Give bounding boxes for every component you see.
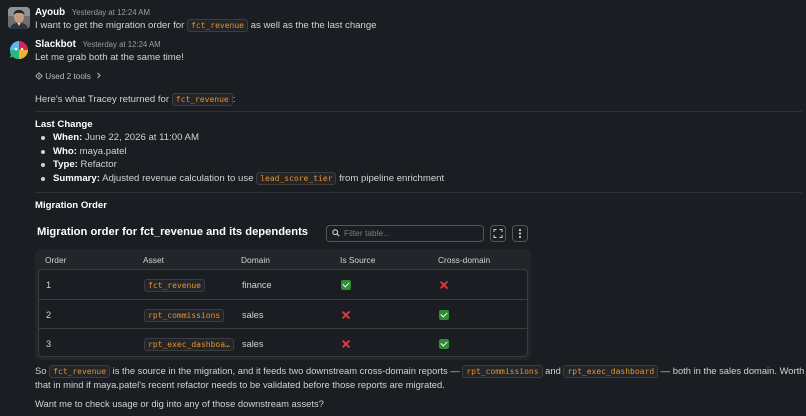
last-change-heading: Last Change xyxy=(35,119,93,130)
table-body: 1 fct_revenue finance 2 rpt_commissions … xyxy=(38,269,528,357)
more-vertical-icon xyxy=(518,228,522,239)
cell-order: 3 xyxy=(46,339,52,349)
section-divider xyxy=(35,192,802,193)
gear-icon xyxy=(35,72,43,80)
list-item: Summary: Adjusted revenue calculation to… xyxy=(38,172,444,186)
cross-icon xyxy=(439,280,449,290)
tools-label: Used 2 tools xyxy=(45,72,91,81)
message-timestamp[interactable]: Yesterday at 12:24 AM xyxy=(83,40,161,49)
column-header-is-source[interactable]: Is Source xyxy=(340,255,375,265)
migration-table: Order Asset Domain Is Source Cross-domai… xyxy=(35,249,531,360)
returned-text: Here's what Tracey returned for fct_reve… xyxy=(35,93,236,106)
cross-icon xyxy=(341,339,351,349)
cell-cross-domain xyxy=(439,280,449,293)
cell-domain: sales xyxy=(242,339,264,349)
expand-icon xyxy=(493,229,503,238)
expand-table-button[interactable] xyxy=(490,225,506,242)
ayoub-avatar[interactable] xyxy=(8,7,30,29)
check-icon xyxy=(341,280,351,290)
table-title: Migration order for fct_revenue and its … xyxy=(37,226,309,238)
follow-up-question: Want me to check usage or dig into any o… xyxy=(35,398,324,409)
summary-text: So fct_revenue is the source in the migr… xyxy=(35,365,806,378)
cell-asset[interactable]: rpt_exec_dashboa… xyxy=(144,338,234,351)
column-header-asset[interactable]: Asset xyxy=(143,255,164,265)
chevron-right-icon xyxy=(97,72,101,79)
used-tools-toggle[interactable]: Used 2 tools xyxy=(35,72,102,81)
table-row: 2 rpt_commissions sales xyxy=(39,299,527,328)
message-text: Let me grab both at the same time! xyxy=(35,52,184,63)
cell-asset[interactable]: fct_revenue xyxy=(144,279,205,292)
last-change-list: When: June 22, 2026 at 11:00 AM Who: may… xyxy=(38,131,444,186)
inline-code: fct_revenue xyxy=(49,365,111,378)
cell-cross-domain xyxy=(439,310,449,323)
message-timestamp[interactable]: Yesterday at 12:24 AM xyxy=(72,8,150,17)
filter-table-input[interactable]: Filter table... xyxy=(326,225,484,242)
inline-code: rpt_commissions xyxy=(462,365,543,378)
cell-asset[interactable]: rpt_commissions xyxy=(144,309,225,322)
summary-text-line-2: that in mind if maya.patel's recent refa… xyxy=(35,379,445,390)
cell-domain: sales xyxy=(242,310,264,320)
cell-domain: finance xyxy=(242,280,272,290)
check-icon xyxy=(439,339,449,349)
message-text: I want to get the migration order for fc… xyxy=(35,19,377,32)
search-icon xyxy=(332,229,340,237)
sender-name[interactable]: Slackbot xyxy=(35,39,76,50)
column-header-cross-domain[interactable]: Cross-domain xyxy=(438,255,490,265)
cell-order: 1 xyxy=(46,280,52,290)
list-item: When: June 22, 2026 at 11:00 AM xyxy=(38,131,444,145)
column-header-order[interactable]: Order xyxy=(45,255,66,265)
migration-order-heading: Migration Order xyxy=(35,200,107,211)
table-row: 3 rpt_exec_dashboa… sales xyxy=(39,328,527,357)
check-icon xyxy=(439,310,449,320)
list-item: Who: maya.patel xyxy=(38,145,444,159)
filter-placeholder: Filter table... xyxy=(344,228,391,238)
cell-cross-domain xyxy=(439,339,449,352)
cell-is-source xyxy=(341,280,351,293)
column-header-domain[interactable]: Domain xyxy=(241,255,270,265)
section-divider xyxy=(35,111,802,112)
cell-is-source xyxy=(341,310,351,323)
inline-code: rpt_exec_dashboard xyxy=(563,365,659,378)
cell-is-source xyxy=(341,339,351,352)
list-item: Type: Refactor xyxy=(38,158,444,172)
sender-name[interactable]: Ayoub xyxy=(35,7,65,18)
inline-code: fct_revenue xyxy=(186,19,248,32)
slackbot-logo[interactable] xyxy=(8,39,30,61)
table-more-button[interactable] xyxy=(512,225,528,242)
cross-icon xyxy=(341,310,351,320)
table-row: 1 fct_revenue finance xyxy=(39,270,527,299)
inline-code: fct_revenue xyxy=(171,93,233,106)
table-header-row: Order Asset Domain Is Source Cross-domai… xyxy=(35,255,531,269)
inline-code: lead_score_tier xyxy=(256,172,337,186)
cell-order: 2 xyxy=(46,310,52,320)
